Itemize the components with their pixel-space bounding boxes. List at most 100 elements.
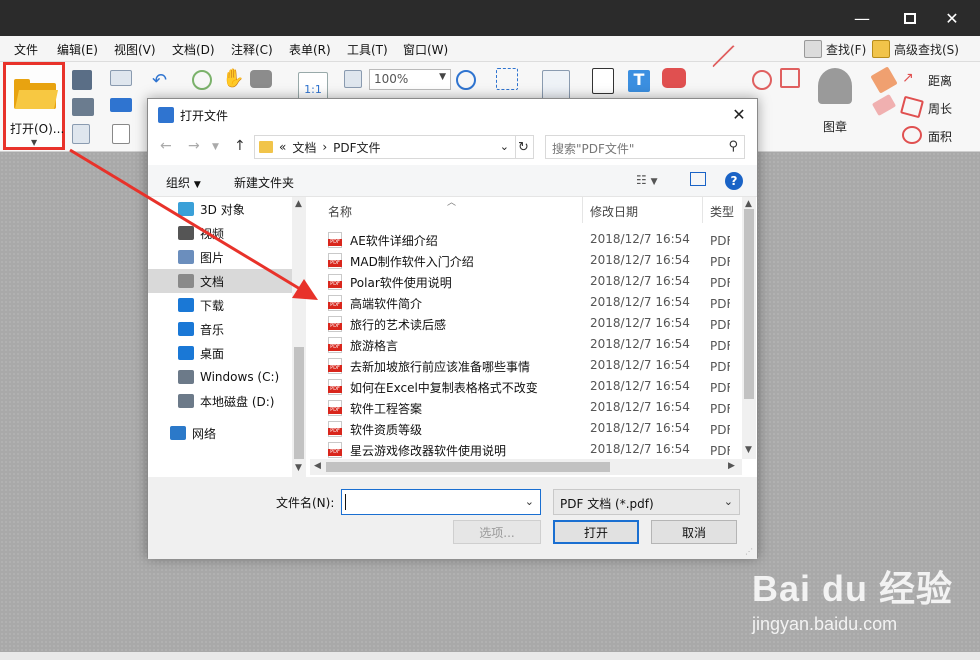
file-hscroll-thumb[interactable] [326,462,610,472]
file-scroll-thumb[interactable] [744,209,754,399]
options-button[interactable]: 选项... [453,520,541,544]
open-button[interactable]: 打开(O)... ▼ [3,62,65,150]
typewriter-icon[interactable] [542,70,570,100]
file-row[interactable]: 软件工程答案 2018/12/7 16:54 PDF 文 [310,397,730,418]
menu-view[interactable]: 视图(V) [114,41,156,58]
export-icon[interactable] [72,124,90,144]
minimize-button[interactable]: — [842,0,882,36]
filetype-select[interactable]: PDF 文档 (*.pdf) ⌄ [553,489,740,515]
recent-dropdown-icon[interactable]: ▼ [212,142,219,152]
scroll-left-icon[interactable]: ◀ [314,461,321,471]
filename-dropdown-icon[interactable]: ⌄ [525,495,534,508]
nav-item-video[interactable]: 视频 [148,221,292,245]
scroll-right-icon[interactable]: ▶ [728,461,735,471]
nav-item-drive-d[interactable]: 本地磁盘 (D:) [148,389,292,413]
zoom-select[interactable]: 100% ▼ [369,69,451,90]
file-row[interactable]: 软件资质等级 2018/12/7 16:54 PDF 文 [310,418,730,439]
view-options-icon[interactable]: ☷ ▼ [636,173,658,187]
fit-page-icon[interactable] [344,70,362,88]
nav-item-drive-c[interactable]: Windows (C:) [148,365,292,389]
search-button[interactable]: 查找(F) [804,38,866,60]
open-dropdown-icon[interactable]: ▼ [31,138,37,147]
maximize-button[interactable] [890,0,930,36]
scroll-up-icon[interactable]: ▲ [295,199,302,209]
preview-pane-icon[interactable] [690,172,706,186]
file-row[interactable]: 星云游戏修改器软件使用说明 2018/12/7 16:54 PDF 文 [310,439,730,460]
nav-item-desktop[interactable]: 桌面 [148,341,292,365]
file-scroll-up-icon[interactable]: ▲ [745,199,752,209]
cancel-button[interactable]: 取消 [651,520,737,544]
new-doc-icon[interactable] [112,124,130,144]
up-arrow-icon[interactable]: ↑ [234,138,246,154]
menu-tools[interactable]: 工具(T) [347,41,388,58]
organize-button[interactable]: 组织 ▼ [166,174,201,191]
file-row[interactable]: 高端软件简介 2018/12/7 16:54 PDF 文 [310,292,730,313]
eraser-icon[interactable] [871,93,897,117]
polygon-tool-icon[interactable] [780,68,800,88]
column-date[interactable]: 修改日期 [590,203,638,220]
refresh-icon[interactable]: ↻ [514,135,534,159]
menu-document[interactable]: 文档(D) [172,41,215,58]
file-vscrollbar[interactable]: ▲ ▼ [742,197,756,459]
stamp-icon[interactable] [818,68,852,104]
nav-item-3d-objects[interactable]: 3D 对象 [148,197,292,221]
stamp-label[interactable]: 图章 [823,118,847,135]
nav-item-pictures[interactable]: 图片 [148,245,292,269]
forward-arrow-icon[interactable]: → [188,138,200,154]
file-row[interactable]: MAD制作软件入门介绍 2018/12/7 16:54 PDF 文 [310,250,730,271]
distance-label[interactable]: 距离 [928,72,952,89]
area-icon[interactable] [902,126,922,144]
advanced-search-button[interactable]: 高级查找(S) [872,38,959,60]
menu-edit[interactable]: 编辑(E) [57,41,98,58]
back-arrow-icon[interactable]: ← [160,138,172,154]
menu-comment[interactable]: 注释(C) [231,41,273,58]
close-window-button[interactable]: ✕ [932,0,972,36]
filename-input[interactable]: ⌄ [341,489,541,515]
save-icon[interactable] [72,70,92,90]
perimeter-icon[interactable] [900,95,924,119]
area-label[interactable]: 面积 [928,128,952,145]
menu-window[interactable]: 窗口(W) [403,41,448,58]
menu-file[interactable]: 文件 [14,41,38,58]
text-box-icon[interactable]: T [628,70,650,92]
distance-icon[interactable]: ↗ [902,70,922,88]
scan-icon[interactable] [110,98,132,112]
file-row[interactable]: 去新加坡旅行前应该准备哪些事情 2018/12/7 16:54 PDF 文 [310,355,730,376]
file-row[interactable]: 旅游格言 2018/12/7 16:54 PDF 文 [310,334,730,355]
file-scroll-down-icon[interactable]: ▼ [745,445,752,455]
file-hscrollbar[interactable]: ◀ ▶ [310,459,742,475]
nav-item-network[interactable]: 网络 [148,421,292,445]
scroll-down-icon[interactable]: ▼ [295,463,302,473]
file-row[interactable]: AE软件详细介绍 2018/12/7 16:54 PDF 文 [310,229,730,250]
perimeter-label[interactable]: 周长 [928,100,952,117]
file-row[interactable]: Polar软件使用说明 2018/12/7 16:54 PDF 文 [310,271,730,292]
column-name[interactable]: 名称 [328,203,352,220]
file-row[interactable]: 如何在Excel中复制表格格式不改变 2018/12/7 16:54 PDF 文 [310,376,730,397]
search-input[interactable]: 搜索"PDF文件" ⚲ [545,135,745,159]
undo-icon[interactable]: ↶ [152,70,172,91]
pencil-icon[interactable] [870,66,898,94]
resize-grip-icon[interactable]: ⋰ [745,547,753,556]
print-icon[interactable] [72,98,94,116]
ellipse-tool-icon[interactable] [752,70,772,90]
nav-scroll-thumb[interactable] [294,347,304,459]
dialog-close-button[interactable]: ✕ [727,103,751,125]
select-area-icon[interactable] [496,68,518,90]
menu-form[interactable]: 表单(R) [289,41,331,58]
zoom-in-icon[interactable] [456,70,476,90]
new-folder-button[interactable]: 新建文件夹 [234,174,294,191]
nav-scrollbar[interactable]: ▲ ▼ [292,197,306,477]
address-dropdown-icon[interactable]: ⌄ [500,140,509,153]
snapshot-icon[interactable] [250,70,272,88]
callout-icon[interactable] [662,68,686,88]
breadcrumb-pdf-folder[interactable]: PDF文件 [333,139,380,156]
text-field-icon[interactable] [592,68,614,94]
email-icon[interactable] [110,70,132,86]
nav-item-music[interactable]: 音乐 [148,317,292,341]
file-row[interactable]: 旅行的艺术读后感 2018/12/7 16:54 PDF 文 [310,313,730,334]
address-bar[interactable]: « 文档 › PDF文件 ⌄ [254,135,516,159]
back-icon[interactable] [192,70,212,90]
nav-item-download[interactable]: 下载 [148,293,292,317]
help-icon[interactable]: ? [725,172,743,190]
breadcrumb-documents[interactable]: 文档 [292,139,316,156]
